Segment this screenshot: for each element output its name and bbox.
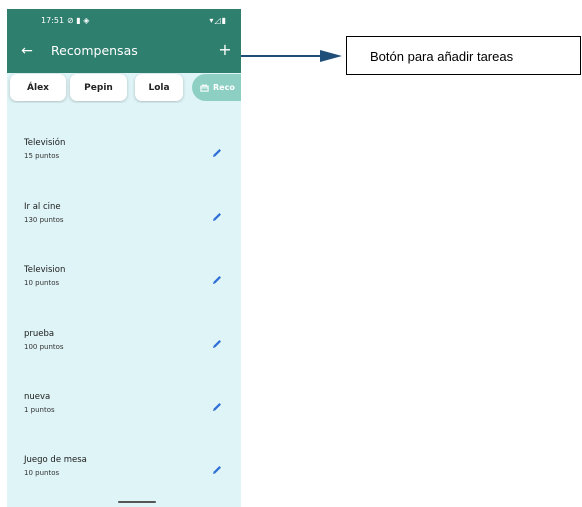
add-button[interactable]: + [215,39,235,61]
edit-pencil-icon[interactable] [210,400,224,414]
reward-name: Televisión [24,138,66,148]
annotation-arrow-line [241,55,321,57]
status-bar: 17:51 ⊘ ▮ ◈ ▾◿▮ [7,9,241,31]
app-bar: ← Recompensas + [7,31,241,73]
gift-icon [200,84,209,92]
chip-alex[interactable]: Álex [10,74,66,101]
status-system-icons: ▾◿▮ [209,16,227,25]
list-item[interactable]: prueba 100 puntos [7,317,241,357]
reward-points: 10 puntos [24,279,60,287]
reward-points: 1 puntos [24,406,55,414]
edit-pencil-icon[interactable] [210,463,224,477]
chip-recompensas[interactable]: Reco [192,74,241,101]
reward-points: 100 puntos [24,343,64,351]
reward-points: 15 puntos [24,152,60,160]
back-arrow-icon[interactable]: ← [17,40,37,62]
status-notification-icons: ⊘ ▮ ◈ [67,16,90,25]
chip-lola[interactable]: Lola [135,74,183,101]
annotation-callout: Botón para añadir tareas [346,36,581,75]
edit-pencil-icon[interactable] [210,337,224,351]
status-time: 17:51 [41,16,65,25]
home-indicator[interactable] [118,501,156,503]
phone-screen: 17:51 ⊘ ▮ ◈ ▾◿▮ ← Recompensas + Álex Pep… [7,9,241,507]
list-item[interactable]: Television 10 puntos [7,253,241,293]
list-item[interactable]: nueva 1 puntos [7,380,241,420]
reward-name: prueba [24,329,55,339]
annotation-arrow-head [320,50,342,62]
reward-points: 130 puntos [24,216,64,224]
reward-points: 10 puntos [24,469,60,477]
list-item[interactable]: Juego de mesa 10 puntos [7,443,241,483]
chip-recompensas-label: Reco [213,83,235,92]
list-item[interactable]: Ir al cine 130 puntos [7,190,241,230]
chip-pepin[interactable]: Pepin [70,74,127,101]
list-item[interactable]: Televisión 15 puntos [7,126,241,166]
edit-pencil-icon[interactable] [210,273,224,287]
annotation-text: Botón para añadir tareas [370,49,514,64]
page-title: Recompensas [51,43,138,58]
reward-name: Television [24,265,66,275]
reward-name: Ir al cine [24,202,61,212]
user-chips: Álex Pepin Lola Reco [7,73,241,103]
edit-pencil-icon[interactable] [210,146,224,160]
reward-name: Juego de mesa [24,455,87,465]
reward-name: nueva [24,392,51,402]
edit-pencil-icon[interactable] [210,210,224,224]
